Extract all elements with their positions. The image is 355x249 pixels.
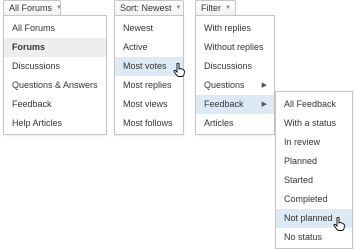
filter-menu-item-articles[interactable]: Articles (196, 114, 274, 133)
forums-menu-item-forums[interactable]: Forums (4, 38, 106, 57)
all-forums-dropdown-button[interactable]: All Forums ▼ (3, 0, 62, 16)
filter-menu: With replies Without replies Discussions… (195, 15, 275, 135)
filter-menu-item-feedback[interactable]: Feedback ▶ (196, 95, 274, 114)
chevron-down-icon: ▼ (175, 5, 182, 11)
sort-menu-item-most-views[interactable]: Most views (115, 95, 183, 114)
filter-menu-item-without-replies[interactable]: Without replies (196, 38, 274, 57)
chevron-down-icon: ▼ (225, 5, 231, 11)
filter-button-label: Filter (201, 3, 221, 13)
submenu-item-completed[interactable]: Completed (276, 190, 352, 209)
forums-menu: All Forums Forums Discussions Questions … (3, 15, 107, 135)
sort-menu-item-active[interactable]: Active (115, 38, 183, 57)
filter-menu-item-questions-label: Questions (204, 80, 245, 90)
forums-menu-item-discussions[interactable]: Discussions (4, 57, 106, 76)
forums-menu-item-help-articles[interactable]: Help Articles (4, 114, 106, 133)
chevron-right-icon: ▶ (261, 82, 267, 89)
forums-menu-item-questions-answers[interactable]: Questions & Answers (4, 76, 106, 95)
sort-dropdown-button[interactable]: Sort: Newest ▼ (114, 0, 184, 16)
filter-menu-item-with-replies[interactable]: With replies (196, 19, 274, 38)
submenu-item-planned[interactable]: Planned (276, 152, 352, 171)
sort-menu-item-newest[interactable]: Newest (115, 19, 183, 38)
chevron-down-icon: ▼ (56, 5, 62, 11)
forums-menu-item-feedback[interactable]: Feedback (4, 95, 106, 114)
hand-pointer-icon (173, 63, 185, 77)
filter-menu-item-questions[interactable]: Questions ▶ (196, 76, 274, 95)
sort-button-label: Sort: Newest (120, 3, 172, 13)
all-forums-button-label: All Forums (9, 3, 53, 13)
submenu-item-all-feedback[interactable]: All Feedback (276, 95, 352, 114)
hand-pointer-icon (333, 217, 345, 231)
sort-menu-item-most-replies[interactable]: Most replies (115, 76, 183, 95)
submenu-item-in-review[interactable]: In review (276, 133, 352, 152)
filter-menu-item-discussions[interactable]: Discussions (196, 57, 274, 76)
filter-menu-item-feedback-label: Feedback (204, 99, 244, 109)
filter-dropdown-button[interactable]: Filter ▼ (195, 0, 236, 16)
forums-menu-item-all-forums[interactable]: All Forums (4, 19, 106, 38)
sort-menu-item-most-follows[interactable]: Most follows (115, 114, 183, 133)
submenu-item-with-a-status[interactable]: With a status (276, 114, 352, 133)
chevron-right-icon: ▶ (261, 101, 267, 108)
submenu-item-started[interactable]: Started (276, 171, 352, 190)
